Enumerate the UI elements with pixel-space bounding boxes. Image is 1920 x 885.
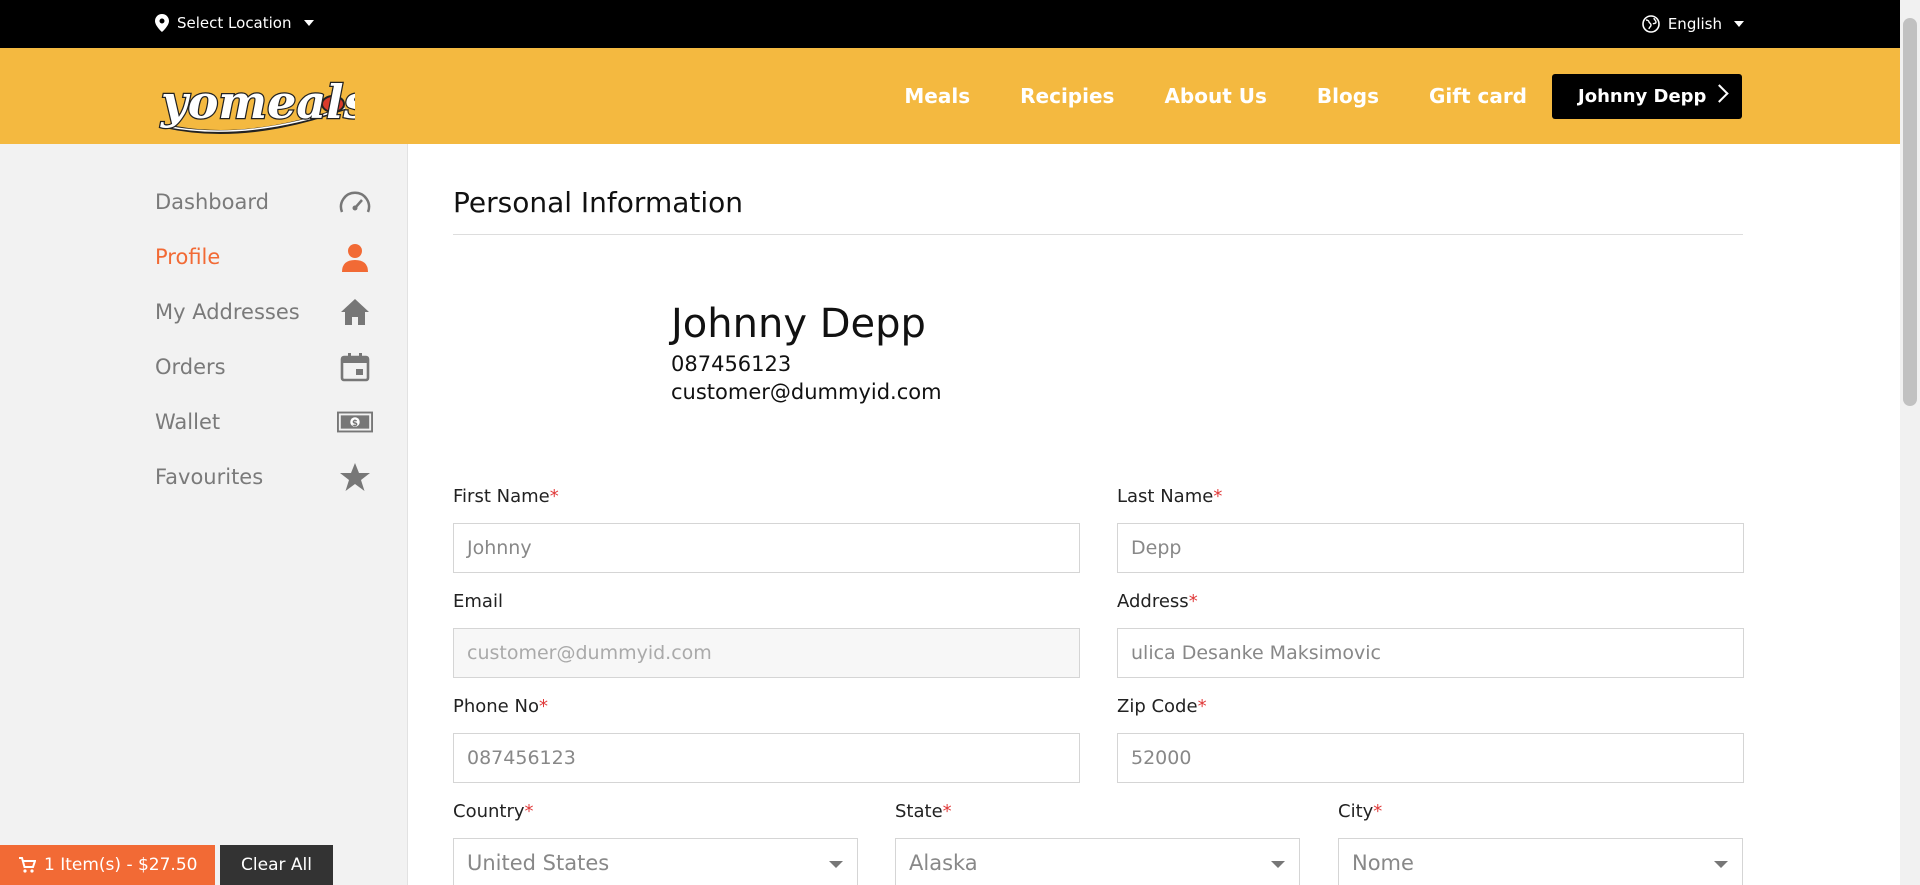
star-icon [337,459,373,495]
top-bar: Select Location English [0,0,1920,48]
city-select[interactable]: Nome [1338,838,1743,885]
nav-meals[interactable]: Meals [904,84,970,108]
sidebar-item-my-addresses[interactable]: My Addresses [155,294,373,330]
sidebar-item-label: Wallet [155,410,221,434]
clear-all-button[interactable]: Clear All [220,845,333,885]
sidebar-item-label: My Addresses [155,300,300,324]
address-field[interactable]: ulica Desanke Maksimovic [1117,628,1744,678]
chevron-down-icon [303,20,314,26]
sidebar-item-label: Favourites [155,465,264,489]
divider [453,234,1743,235]
nav-recipies[interactable]: Recipies [1020,84,1114,108]
profile-name: Johnny Depp [671,301,926,347]
globe-icon [1642,15,1660,33]
money-icon: $ [337,404,373,440]
profile-email: customer@dummyid.com [671,380,942,404]
nav-about-us[interactable]: About Us [1164,84,1266,108]
zip-code-field[interactable]: 52000 [1117,733,1744,783]
language-selector[interactable]: English [1642,15,1744,33]
last-name-label: Last Name* [1117,486,1223,507]
chevron-right-icon [1710,83,1729,103]
home-icon [337,294,373,330]
sidebar: Dashboard Profile My Addresses Orders Wa… [0,144,408,885]
location-pin-icon [155,14,169,32]
nav-blogs[interactable]: Blogs [1317,84,1379,108]
state-label: State* [895,801,952,822]
chevron-down-icon [1734,21,1744,27]
country-label: Country* [453,801,534,822]
email-label: Email [453,591,503,612]
header: yomeals Meals Recipies About Us Blogs Gi… [0,48,1900,144]
language-label: English [1667,15,1722,33]
phone-label: Phone No* [453,696,548,717]
cart-summary: 1 Item(s) - $27.50 [44,855,198,875]
chevron-down-icon [1714,861,1728,868]
calendar-icon [337,349,373,385]
yomeals-logo[interactable]: yomeals [155,56,355,138]
cart-summary-button[interactable]: 1 Item(s) - $27.50 [0,845,215,885]
email-field: customer@dummyid.com [453,628,1080,678]
profile-phone: 087456123 [671,352,792,376]
page-title: Personal Information [453,186,744,219]
person-icon [337,239,373,275]
first-name-field[interactable]: Johnny [453,523,1080,573]
sidebar-item-label: Dashboard [155,190,269,214]
country-select[interactable]: United States [453,838,858,885]
svg-text:$: $ [352,419,358,429]
select-location[interactable]: Select Location [155,14,314,32]
location-label: Select Location [177,14,292,32]
main-nav: Meals Recipies About Us Blogs Gift card … [904,48,1900,144]
chevron-down-icon [1271,861,1285,868]
sidebar-item-dashboard[interactable]: Dashboard [155,184,373,220]
city-label: City* [1338,801,1383,822]
page-scrollbar[interactable] [1900,0,1920,885]
zip-code-label: Zip Code* [1117,696,1207,717]
speedometer-icon [337,184,373,220]
first-name-label: First Name* [453,486,559,507]
last-name-field[interactable]: Depp [1117,523,1744,573]
chevron-down-icon [829,861,843,868]
sidebar-item-profile[interactable]: Profile [155,239,373,275]
address-label: Address* [1117,591,1198,612]
cart-icon [19,857,36,873]
svg-text:yomeals: yomeals [160,75,355,129]
sidebar-item-orders[interactable]: Orders [155,349,373,385]
phone-field[interactable]: 087456123 [453,733,1080,783]
sidebar-item-favourites[interactable]: Favourites [155,459,373,495]
sidebar-item-wallet[interactable]: Wallet $ [155,404,373,440]
user-name: Johnny Depp [1578,85,1707,107]
state-select[interactable]: Alaska [895,838,1300,885]
sidebar-item-label: Profile [155,245,221,269]
scrollbar-thumb[interactable] [1903,18,1917,406]
nav-gift-card[interactable]: Gift card [1429,84,1527,108]
user-menu-button[interactable]: Johnny Depp [1552,73,1742,119]
sidebar-item-label: Orders [155,355,226,379]
